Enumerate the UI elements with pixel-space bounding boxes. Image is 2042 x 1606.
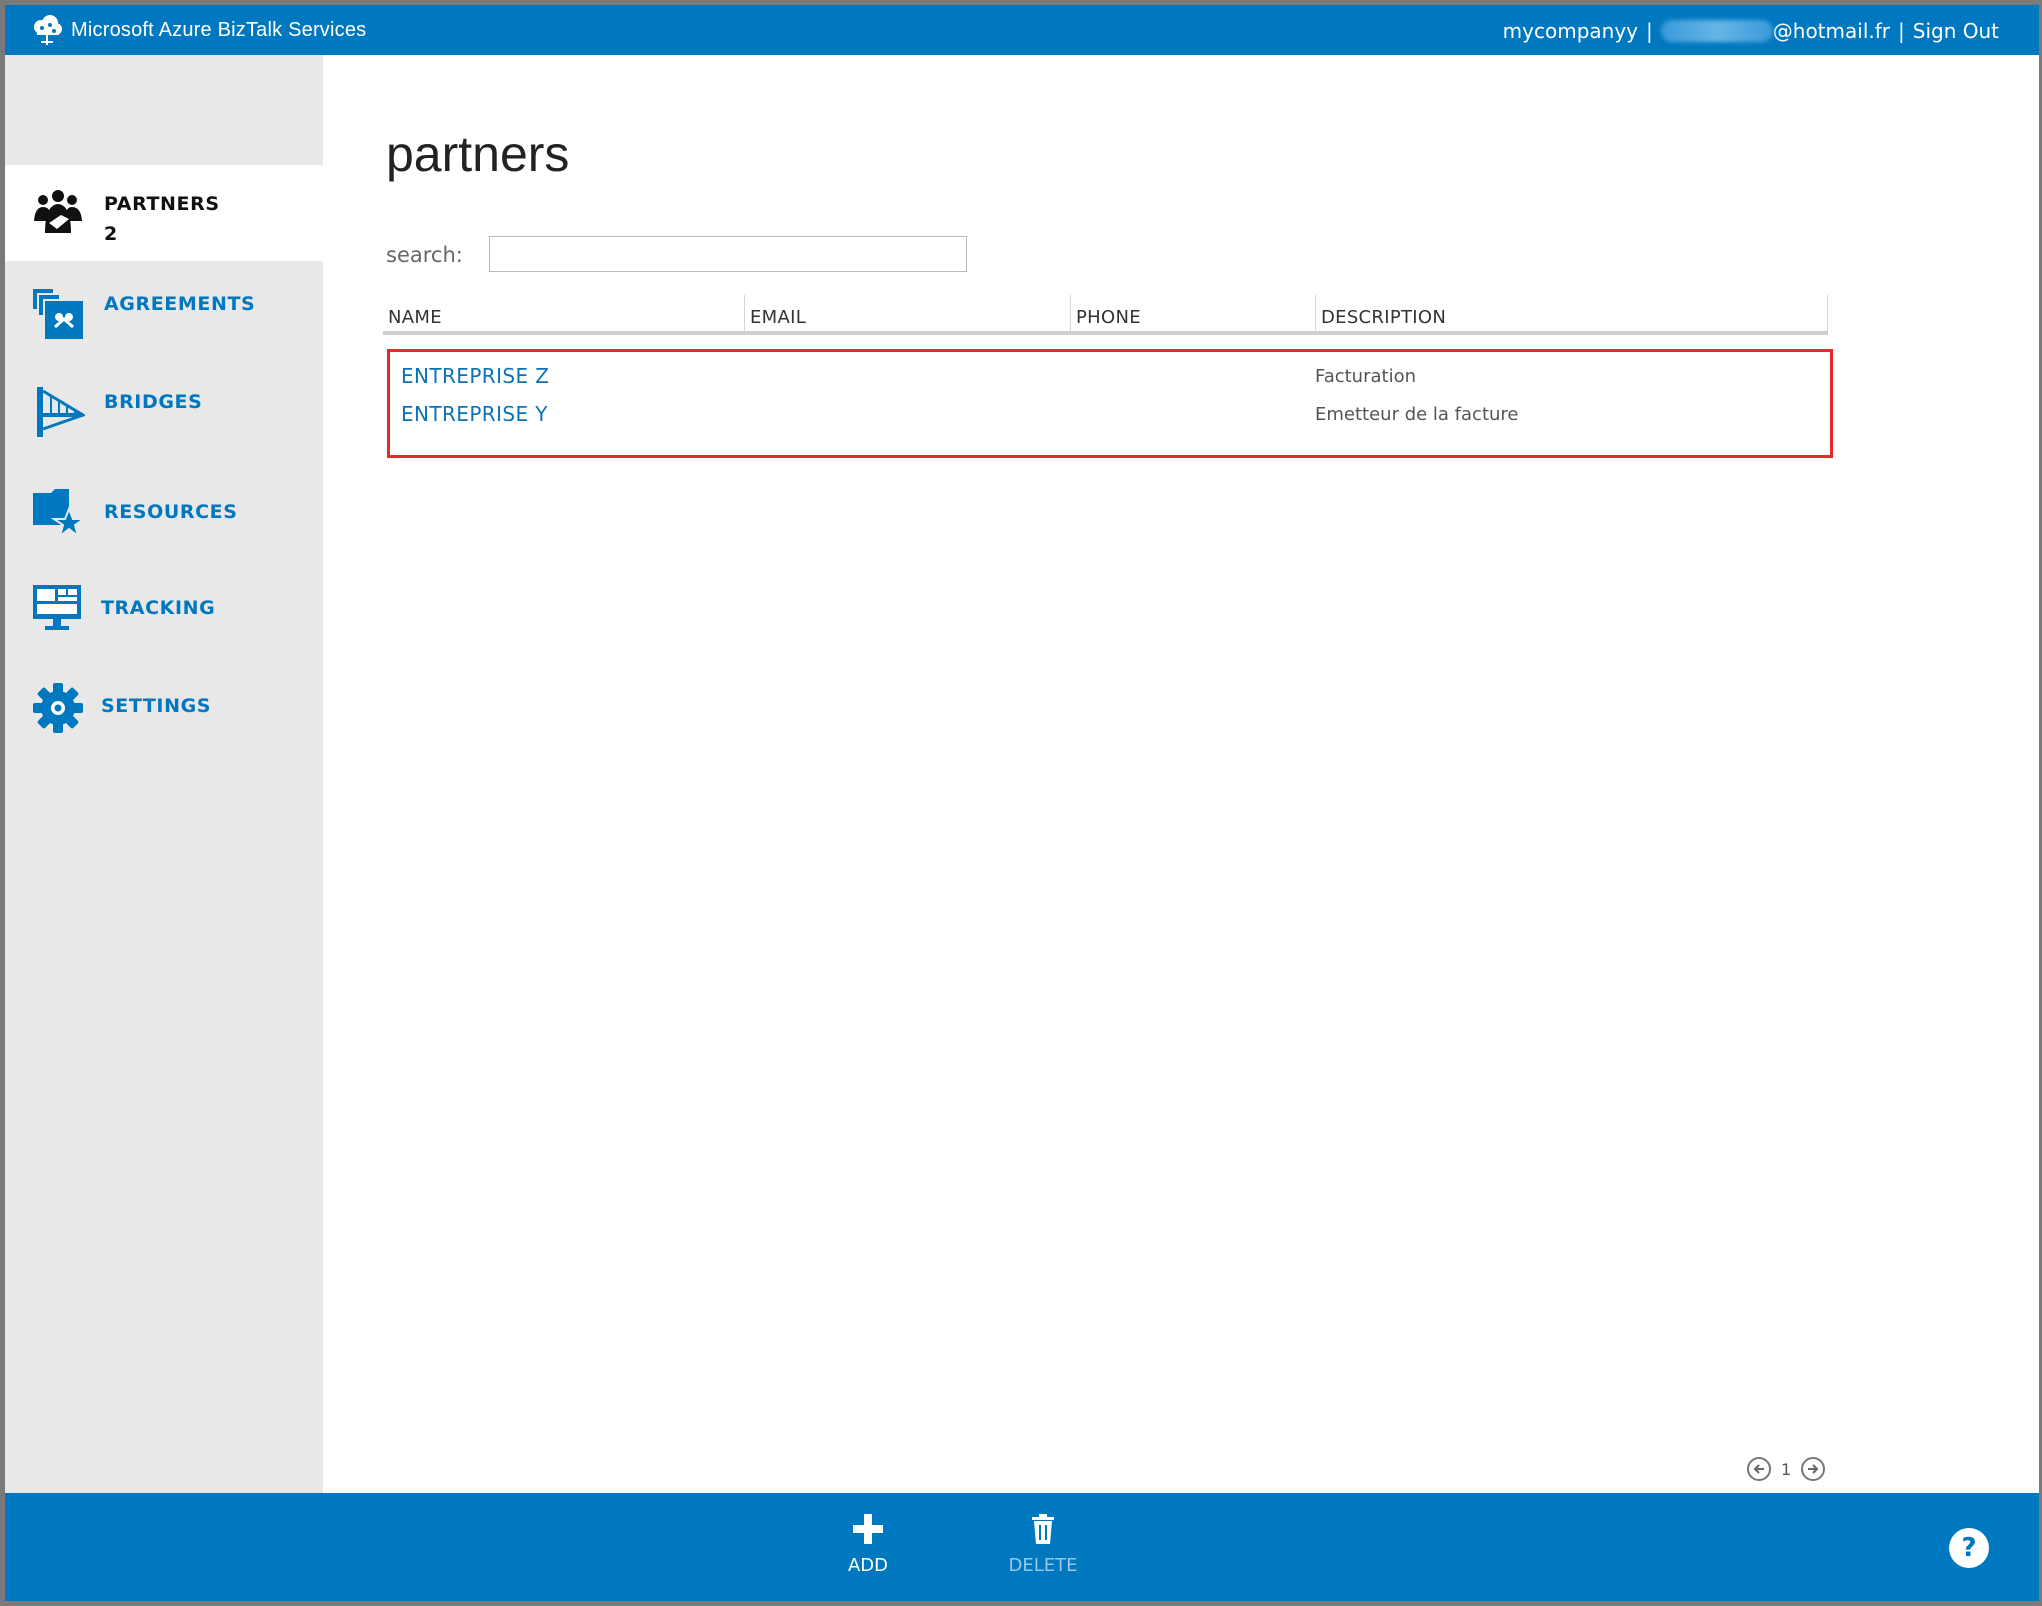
pager: 1 [1747, 1457, 1826, 1481]
user-area: mycompanyy | @hotmail.fr | Sign Out [1503, 19, 1999, 43]
partner-name-link[interactable]: ENTREPRISE Z [401, 364, 549, 388]
sidebar-item-label: BRIDGES [104, 391, 203, 413]
partner-description: Emetteur de la facture [1315, 404, 1519, 425]
separator: | [1646, 19, 1653, 43]
partners-icon [34, 190, 82, 233]
prev-page-button[interactable] [1747, 1457, 1771, 1481]
sidebar-item-label: SETTINGS [101, 695, 212, 717]
delete-button[interactable]: DELETE [993, 1513, 1093, 1576]
trash-icon [1032, 1514, 1054, 1544]
sidebar-item-resources[interactable]: RESOURCES [5, 471, 323, 567]
arrow-left-icon [1753, 1464, 1764, 1474]
sidebar-item-bridges[interactable]: BRIDGES [5, 371, 323, 467]
app-title: Microsoft Azure BizTalk Services [71, 19, 367, 41]
column-header-description[interactable]: DESCRIPTION [1321, 307, 1446, 335]
next-page-button[interactable] [1801, 1457, 1826, 1481]
cloud-logo-icon [34, 15, 62, 45]
page-number: 1 [1781, 1459, 1792, 1479]
resources-icon [33, 489, 85, 539]
separator: | [1898, 19, 1905, 43]
email-suffix: @hotmail.fr [1772, 19, 1890, 43]
sidebar-item-label: TRACKING [101, 597, 216, 619]
add-button[interactable]: ADD [818, 1513, 918, 1576]
column-divider [1315, 295, 1316, 331]
column-divider [744, 295, 745, 331]
search-input[interactable] [489, 236, 967, 272]
add-label: ADD [847, 1555, 889, 1576]
table-row[interactable]: ENTREPRISE Z Facturation [390, 364, 1830, 400]
bridge-icon [37, 387, 85, 437]
partner-name-link[interactable]: ENTREPRISE Y [401, 402, 548, 426]
column-header-name[interactable]: NAME [388, 307, 442, 335]
highlighted-partner-rows: ENTREPRISE Z Facturation ENTREPRISE Y Em… [387, 349, 1833, 458]
command-bar: ADD DELETE ? [5, 1493, 2039, 1601]
sidebar: PARTNERS 2 AGREEMENTS BRIDGES RESOURCES … [5, 55, 323, 1493]
column-header-phone[interactable]: PHONE [1076, 307, 1141, 335]
help-button[interactable]: ? [1949, 1528, 1989, 1568]
redacted-email [1660, 20, 1773, 42]
agreements-icon [33, 289, 83, 339]
column-divider [1070, 295, 1071, 331]
column-header-email[interactable]: EMAIL [750, 307, 806, 335]
page-title: partners [386, 126, 570, 182]
search-label: search: [386, 243, 463, 267]
app-window: Microsoft Azure BizTalk Services mycompa… [5, 5, 2039, 1601]
table-header: NAME EMAIL PHONE DESCRIPTION [383, 295, 1828, 335]
arrow-right-icon [1808, 1464, 1819, 1474]
sidebar-item-label: PARTNERS [104, 193, 220, 215]
partners-count: 2 [104, 223, 118, 245]
sidebar-item-label: RESOURCES [104, 501, 238, 523]
sidebar-item-settings[interactable]: SETTINGS [5, 669, 323, 765]
sidebar-item-tracking[interactable]: TRACKING [5, 571, 323, 667]
delete-label: DELETE [1008, 1555, 1078, 1576]
sidebar-item-label: AGREEMENTS [104, 293, 256, 315]
sign-out-link[interactable]: Sign Out [1913, 19, 1999, 43]
table-row[interactable]: ENTREPRISE Y Emetteur de la facture [390, 402, 1830, 438]
sidebar-item-agreements[interactable]: AGREEMENTS [5, 273, 323, 369]
gear-icon [33, 683, 83, 733]
column-divider [1827, 295, 1828, 331]
main-content: partners search: NAME EMAIL PHONE DESCRI… [323, 55, 2039, 1493]
sidebar-item-partners[interactable]: PARTNERS 2 [5, 165, 323, 261]
plus-icon [853, 1514, 883, 1544]
top-bar: Microsoft Azure BizTalk Services mycompa… [5, 5, 2039, 55]
tracking-icon [33, 585, 81, 630]
partner-description: Facturation [1315, 366, 1417, 387]
account-name[interactable]: mycompanyy [1503, 19, 1638, 43]
